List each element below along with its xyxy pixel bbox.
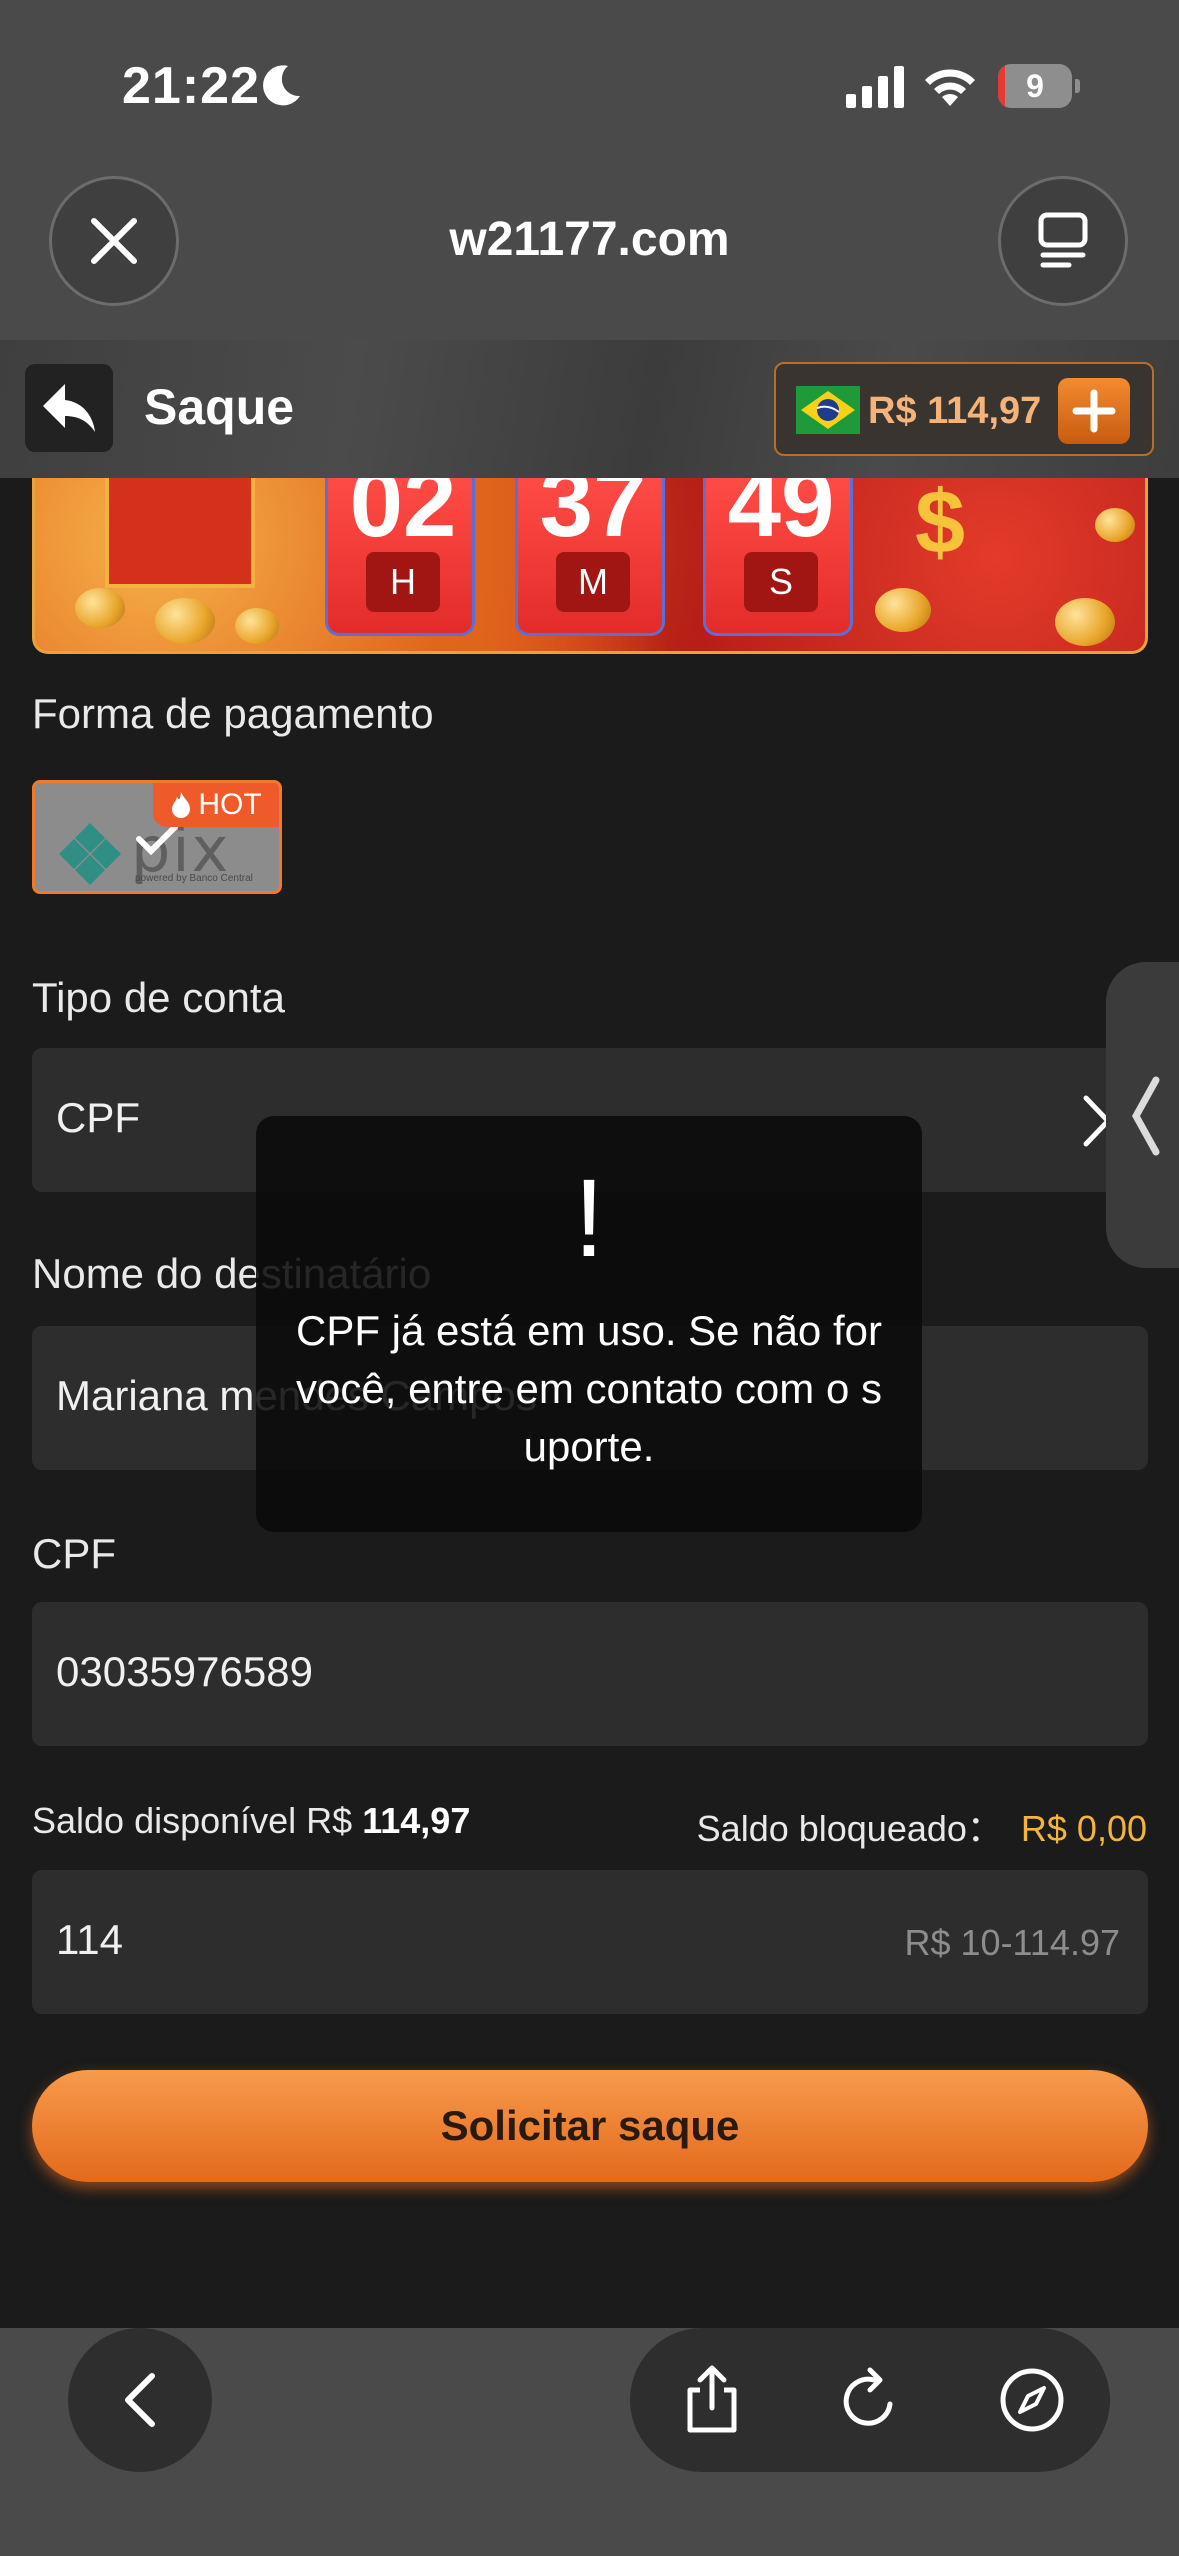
back-icon [125, 2373, 155, 2427]
pix-payment-option[interactable]: pix powered by Banco Central HOT [32, 780, 282, 894]
side-drawer-tab[interactable] [1106, 962, 1179, 1268]
battery-level: 9 [1026, 68, 1044, 104]
error-toast: ! CPF já está em uso. Se não for você, e… [256, 1116, 922, 1532]
amount-value: 114 [56, 1916, 123, 1963]
payment-method-label: Forma de pagamento [32, 690, 434, 737]
timer-seconds-unit: S [744, 552, 818, 612]
hot-badge: HOT [153, 783, 279, 827]
page-title: Saque [144, 379, 295, 435]
back-button[interactable] [25, 364, 113, 452]
signal-icon [846, 66, 904, 108]
balance-amount: R$ 114,97 [868, 390, 1042, 432]
status-time: 21:22 [122, 57, 260, 115]
hot-badge-text: HOT [198, 788, 262, 821]
chevron-left-icon [1131, 1076, 1160, 1156]
blocked-balance-label: Saldo bloqueado： [696, 1808, 1003, 1849]
timer-minutes: 37 M [515, 478, 665, 636]
battery-icon: 9 [998, 64, 1080, 108]
toast-message: CPF já está em uso. Se não for você, ent… [296, 1307, 882, 1470]
account-type-label: Tipo de conta [32, 974, 285, 1021]
compass-icon[interactable] [996, 2364, 1068, 2436]
plus-icon [1072, 389, 1116, 433]
nav-actions-group [630, 2328, 1110, 2472]
back-arrow-icon [43, 384, 95, 432]
promo-banner[interactable]: 02 H 37 M 49 S $ [32, 478, 1148, 654]
share-icon[interactable] [676, 2364, 748, 2436]
amount-range-hint: R$ 10-114.97 [904, 1922, 1121, 1963]
blocked-balance-value: R$ 0,00 [1020, 1808, 1147, 1849]
exclamation-icon: ! [573, 1157, 605, 1280]
available-balance-value: 114,97 [362, 1800, 471, 1841]
timer-minutes-unit: M [556, 552, 630, 612]
wallet-balance[interactable]: R$ 114,97 [774, 362, 1154, 456]
browser-bottom-bar [0, 2328, 1179, 2556]
cpf-value: 03035976589 [56, 1648, 313, 1695]
brazil-flag-icon [796, 386, 860, 434]
available-balance-label: Saldo disponível R$ [32, 1800, 353, 1841]
tabs-icon [1038, 212, 1088, 268]
deposit-button[interactable] [1058, 378, 1130, 444]
app-header: Saque R$ 114,97 [0, 340, 1179, 478]
request-withdrawal-button[interactable]: Solicitar saque [32, 2070, 1148, 2182]
browser-top-bar: w21177.com [0, 170, 1179, 340]
amount-input[interactable]: 114 R$ 10-114.97 [32, 1870, 1148, 2014]
moon-icon [263, 65, 300, 106]
timer-hours-unit: H [366, 552, 440, 612]
blocked-balance: Saldo bloqueado： R$ 0,00 [697, 1800, 1147, 1852]
timer-seconds: 49 S [703, 478, 853, 636]
available-balance: Saldo disponível R$ 114,97 [32, 1800, 470, 1842]
timer-hours-value: 02 [349, 478, 457, 557]
timer-hours: 02 H [325, 478, 475, 636]
wifi-icon [925, 69, 975, 106]
tabs-button[interactable] [998, 176, 1128, 306]
pix-logo-icon [59, 823, 121, 885]
nav-back-button[interactable] [68, 2328, 212, 2472]
status-bar: 21:22 9 [0, 0, 1179, 170]
cpf-label: CPF [32, 1530, 116, 1577]
timer-seconds-value: 49 [727, 478, 835, 557]
flame-icon [172, 792, 191, 818]
timer-minutes-value: 37 [539, 478, 647, 557]
pix-subtitle: powered by Banco Central [135, 873, 253, 884]
gift-box-image [105, 478, 255, 588]
account-type-value: CPF [56, 1094, 140, 1141]
cpf-input[interactable]: 03035976589 [32, 1602, 1148, 1746]
money-sack-symbol: $ [915, 478, 966, 573]
reload-icon[interactable] [834, 2364, 906, 2436]
